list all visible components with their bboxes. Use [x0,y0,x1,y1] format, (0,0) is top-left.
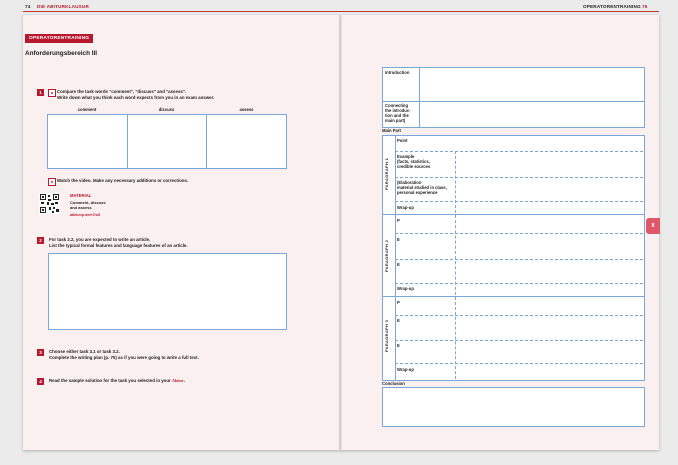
task-1a-line1: Compare the task words "comment", "discu… [57,89,187,94]
task-4-end: . [183,378,185,383]
right-header-rule [341,11,659,12]
left-running-title: DIE ABITURKLAUSUR [37,4,89,9]
column-comment: comment [77,107,97,112]
row-divider [395,259,643,260]
table-divider [206,114,207,168]
task-2-line1: For task 3.2, you are expected to write … [49,237,151,242]
conclusion-box[interactable] [382,387,645,427]
row-divider [395,283,643,284]
row-divider [395,315,643,316]
left-page [23,15,341,450]
introduction-box[interactable] [382,67,645,103]
p1-wrapup-label: Wrap-up [397,205,414,210]
book-spine [339,15,343,450]
connecting-box[interactable] [382,101,645,128]
p3-row-2-label: E [397,318,400,323]
p1-column-divider [455,151,456,213]
column-assess: assess [239,107,254,112]
main-part-label: Main Part [382,128,401,133]
introduction-label: Introduction [385,70,410,75]
chapter-tab[interactable]: II [646,218,660,234]
task-4-number: 4 [37,378,44,385]
task-1a-letter: a [48,89,56,97]
column-discuss: discuss [158,107,175,112]
paragraph-divider [382,296,644,297]
task-3-line1: Choose either task 3.1 or task 3.2. [49,349,120,354]
p2-row-1-label: P [397,218,400,223]
material-title: MATERIAL [70,193,92,198]
p3-row-4-label: Wrap-up [397,367,414,372]
conclusion-label: Conclusion [382,381,405,386]
task-2-answer-box[interactable] [48,253,287,330]
connecting-line-4: main part) [385,118,406,123]
task-2-number: 2 [37,237,44,244]
row-divider [395,177,643,178]
task-2-line2: List the typical formal features and lan… [49,243,188,248]
left-page-number: 74 [25,4,31,9]
task-1b-letter: b [48,178,56,186]
paragraph-1-label: PARAGRAPH 1 [384,157,389,190]
p3-row-1-label: P [397,300,400,305]
section-heading: Anforderungsbereich III [25,50,98,57]
material-subtitle-2: and assess [70,205,92,210]
right-page-number: 75 [642,4,648,9]
p2-row-4-label: Wrap-up [397,286,414,291]
main-part-box[interactable] [382,135,645,381]
p1-example-line-3: credible sources [397,164,431,169]
p1-elaboration-line-3: personal experience [397,190,438,195]
p2-row-2-label: E [397,237,400,242]
intro-divider [419,67,420,102]
qr-code-icon[interactable] [39,193,60,214]
row-divider [395,201,643,202]
task-1b-text: Watch the video. Make any necessary addi… [57,178,189,183]
left-header-rule [23,11,341,12]
material-link[interactable]: abiturvp.de/n7ru5 [70,213,100,217]
task-4-text: Read the sample solution for the task yo… [49,378,185,384]
section-pill: OPERATORENTRAINING [25,34,94,43]
paragraph-2-label: PARAGRAPH 2 [384,239,389,272]
p3-row-3-label: E [397,343,400,348]
row-divider [395,340,643,341]
task-3-number: 3 [37,349,44,356]
task-4-text-body: Read the sample solution for the task yo… [49,378,171,383]
table-divider [127,114,128,168]
row-divider [395,151,643,152]
connecting-divider [419,101,420,127]
row-divider [395,233,643,234]
row-divider [395,363,643,364]
right-running-title: OPERATORENTRAINING [583,4,641,9]
p2-row-3-label: E [397,262,400,267]
task-1a-line2: Write down what you think each word expe… [57,95,215,100]
abitur-brand: Abitur [171,378,184,383]
task-1-number: 1 [37,89,44,96]
p3-column-divider [455,297,456,379]
paragraph-label-column [395,135,396,380]
task-3-line2: Complete the writing plan (p. 75) as if … [49,355,199,360]
paragraph-divider [382,214,644,215]
task-1a-answer-table[interactable] [47,114,287,169]
paragraph-3-label: PARAGRAPH 3 [384,319,389,352]
p2-column-divider [455,215,456,295]
p1-point-label: Point [397,138,408,143]
